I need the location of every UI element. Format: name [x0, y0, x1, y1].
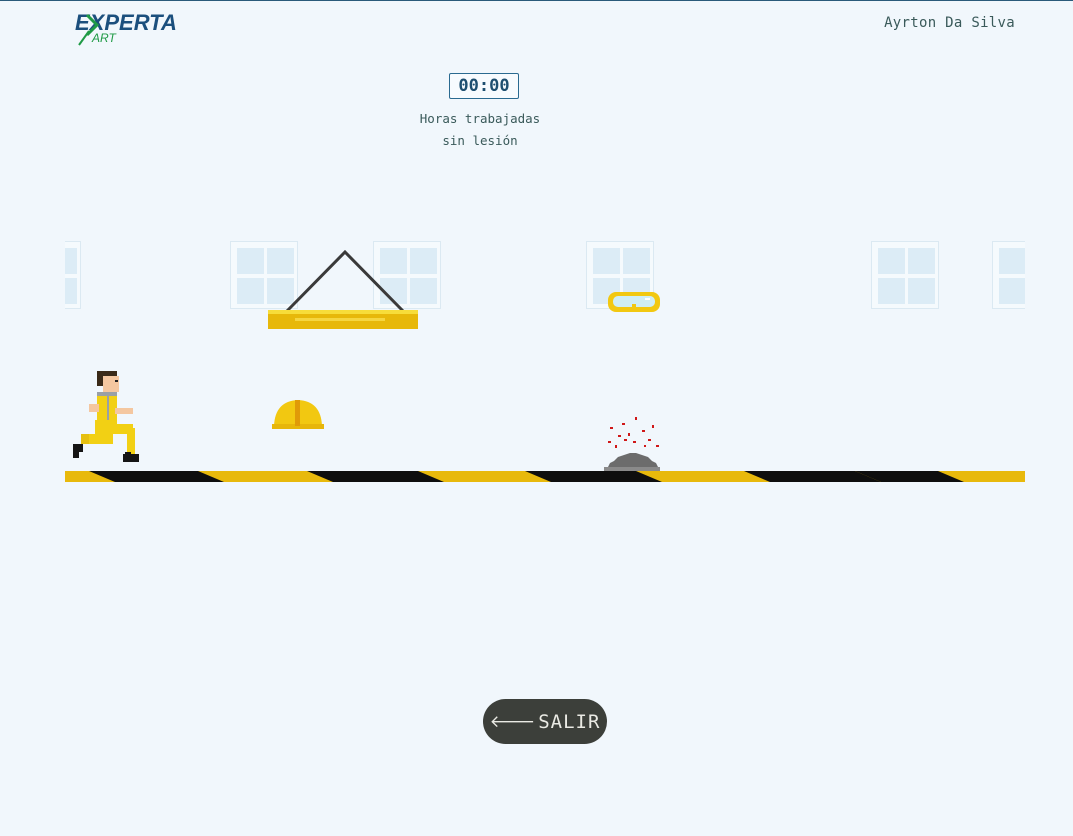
window — [871, 241, 939, 309]
user-name: Ayrton Da Silva — [884, 15, 1015, 31]
exit-button[interactable]: 🡐 SALIR — [483, 699, 607, 744]
ground-stripe — [65, 471, 1025, 482]
suspended-beam-icon — [268, 249, 418, 329]
exit-button-label: SALIR — [538, 710, 601, 733]
hard-hat-icon — [272, 400, 324, 429]
timer-caption-line1: Horas trabajadas — [419, 111, 541, 126]
window — [992, 241, 1025, 309]
logo-sub: ART — [91, 31, 117, 45]
arrow-left-icon: 🡐 — [489, 711, 537, 732]
window — [65, 241, 81, 309]
experta-logo: EXPERTA ART — [75, 9, 185, 47]
worker-player-icon[interactable] — [71, 368, 141, 472]
timer-display: 00:00 — [449, 73, 519, 99]
timer-caption: Horas trabajadas sin lesión — [400, 108, 560, 152]
circular-saw-icon — [604, 417, 660, 472]
timer-caption-line2: sin lesión — [442, 133, 518, 148]
game-canvas[interactable] — [65, 230, 1025, 490]
top-border — [0, 0, 1073, 1]
safety-goggles-icon — [608, 292, 660, 312]
